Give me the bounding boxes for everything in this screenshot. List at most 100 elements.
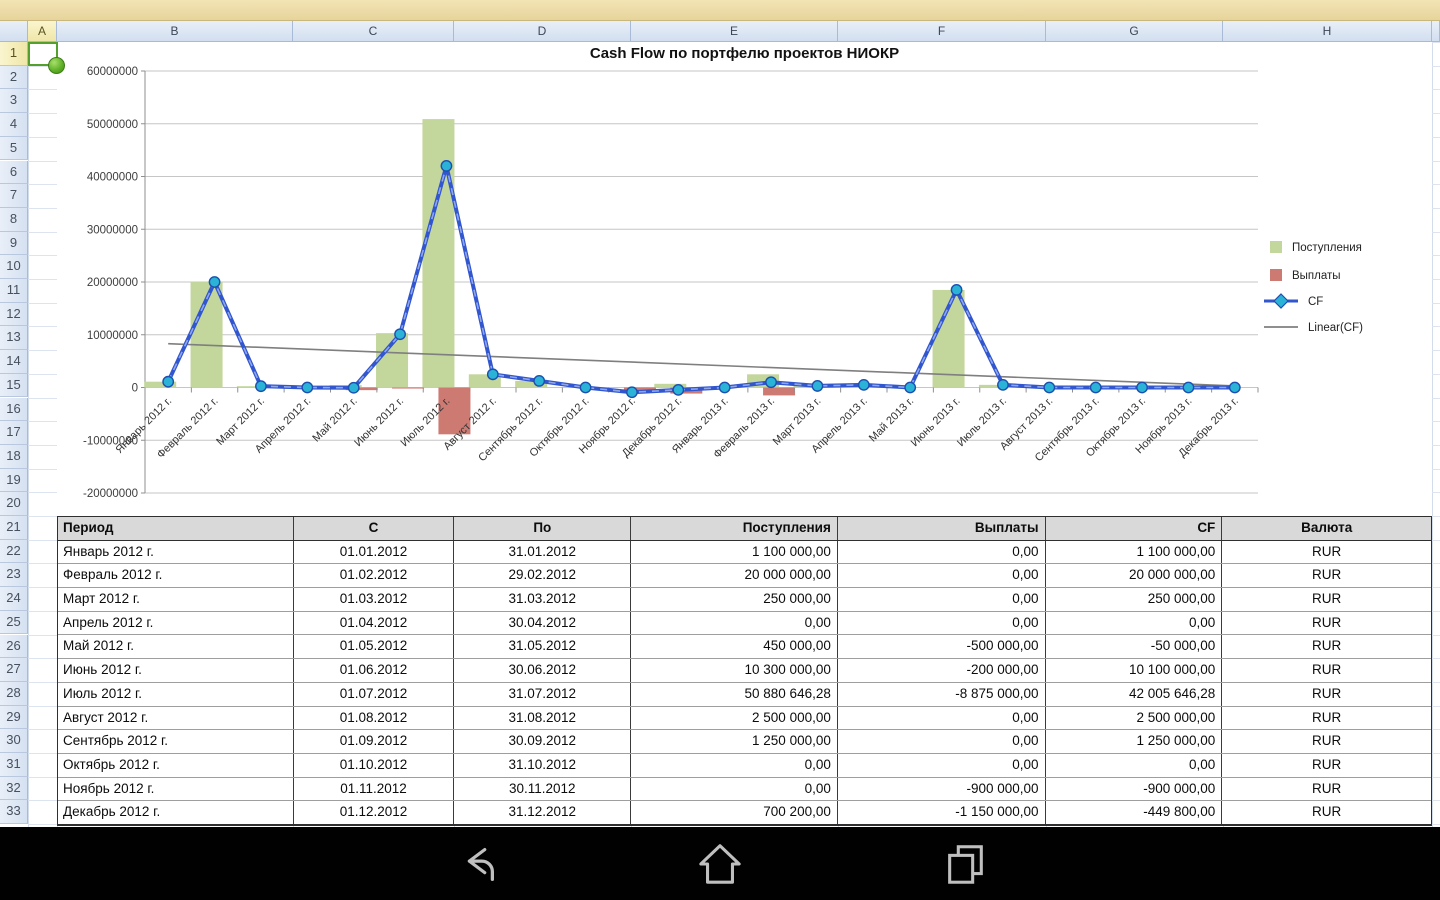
table-cell[interactable]: Январь 2012 г. (58, 540, 294, 564)
table-cell[interactable]: 30.11.2012 (454, 777, 632, 801)
table-cell[interactable]: 1 250 000,00 (1046, 730, 1223, 753)
table-row[interactable]: Май 2012 г. 01.05.2012 31.05.2012 450 000,0… (58, 635, 1431, 660)
column-header-D[interactable]: D (454, 21, 631, 42)
table-cell[interactable]: 30.04.2012 (454, 611, 632, 635)
table-header-cell[interactable]: Период (58, 517, 294, 540)
row-header-12[interactable]: 12 (0, 302, 28, 327)
table-header-cell[interactable]: Валюта (1222, 517, 1431, 540)
table-row[interactable]: Сентябрь 2012 г. 01.09.2012 30.09.2012 1 25… (58, 730, 1431, 754)
select-all-corner[interactable] (0, 21, 28, 42)
table-cell[interactable]: 01.04.2012 (294, 611, 455, 635)
table-cell[interactable]: RUR (1222, 541, 1431, 564)
row-header-27[interactable]: 27 (0, 658, 28, 682)
table-cell[interactable]: 1 100 000,00 (631, 540, 838, 564)
table-cell[interactable]: -50 000,00 (1046, 635, 1223, 659)
table-cell[interactable]: 0,00 (631, 777, 838, 801)
row-header-23[interactable]: 23 (0, 563, 28, 588)
row-header-1[interactable]: 1 (0, 42, 28, 66)
table-row[interactable]: Август 2012 г. 01.08.2012 31.08.2012 2 500 … (58, 706, 1431, 731)
column-header-C[interactable]: C (293, 21, 454, 42)
table-cell[interactable]: Февраль 2012 г. (58, 564, 294, 588)
table-cell[interactable]: RUR (1222, 707, 1431, 730)
table-cell[interactable]: RUR (1222, 635, 1431, 658)
table-row[interactable]: Октябрь 2012 г. 01.10.2012 31.10.2012 0,00 0… (58, 753, 1431, 778)
table-cell[interactable]: 0,00 (838, 564, 1046, 588)
row-header-9[interactable]: 9 (0, 231, 28, 256)
table-cell[interactable]: 01.02.2012 (294, 564, 455, 588)
row-header-4[interactable]: 4 (0, 113, 28, 137)
table-cell[interactable]: 01.09.2012 (294, 730, 455, 753)
table-cell[interactable]: -900 000,00 (1046, 777, 1223, 801)
table-cell[interactable]: Июль 2012 г. (58, 682, 294, 706)
spreadsheet-area[interactable]: ABCDEFGH 1 2 3 4 5 6 7 8 9 10 11 12 13 14 15 16 17 18 19 20… (0, 21, 1440, 827)
table-cell[interactable]: 250 000,00 (631, 588, 838, 611)
table-row[interactable]: Июль 2012 г. 01.07.2012 31.07.2012 50 880 6… (58, 682, 1431, 707)
table-header-cell[interactable]: Выплаты (838, 517, 1046, 540)
table-cell[interactable]: 01.08.2012 (294, 706, 455, 730)
row-header-14[interactable]: 14 (0, 350, 28, 374)
table-cell[interactable]: RUR (1222, 754, 1431, 777)
column-header-F[interactable]: F (838, 21, 1046, 42)
table-cell[interactable]: 01.01.2012 (294, 540, 455, 564)
table-cell[interactable]: Декабрь 2012 г. (58, 801, 294, 824)
row-header-22[interactable]: 22 (0, 539, 28, 564)
table-row[interactable]: Ноябрь 2012 г. 01.11.2012 30.11.2012 0,00 -9… (58, 777, 1431, 802)
table-cell[interactable]: 31.10.2012 (454, 753, 632, 777)
table-cell[interactable]: 31.01.2012 (454, 540, 632, 564)
row-header-5[interactable]: 5 (0, 136, 28, 161)
selection-handle[interactable] (48, 57, 65, 74)
table-cell[interactable]: 2 500 000,00 (1046, 706, 1223, 730)
table-cell[interactable]: RUR (1222, 778, 1431, 801)
table-header-cell[interactable]: Поступления (631, 517, 838, 540)
table-cell[interactable]: 42 005 646,28 (1046, 682, 1223, 706)
row-header-11[interactable]: 11 (0, 279, 28, 303)
table-header-cell[interactable]: С (294, 517, 455, 540)
table-header-cell[interactable]: По (454, 517, 632, 540)
table-cell[interactable]: 31.08.2012 (454, 706, 632, 730)
table-cell[interactable]: Сентябрь 2012 г. (58, 730, 294, 753)
row-header-20[interactable]: 20 (0, 492, 28, 516)
table-cell[interactable]: RUR (1222, 683, 1431, 706)
table-cell[interactable]: 0,00 (1046, 611, 1223, 635)
table-cell[interactable]: Октябрь 2012 г. (58, 753, 294, 777)
table-cell[interactable]: 450 000,00 (631, 635, 838, 659)
table-cell[interactable]: 31.07.2012 (454, 682, 632, 706)
table-cell[interactable]: -1 150 000,00 (838, 801, 1046, 824)
table-cell[interactable]: Март 2012 г. (58, 588, 294, 611)
row-header-7[interactable]: 7 (0, 184, 28, 208)
table-cell[interactable]: RUR (1222, 588, 1431, 611)
row-header-21[interactable]: 21 (0, 516, 28, 540)
row-header-26[interactable]: 26 (0, 634, 28, 659)
table-cell[interactable]: 0,00 (838, 588, 1046, 611)
table-cell[interactable]: 01.05.2012 (294, 635, 455, 659)
row-header-13[interactable]: 13 (0, 326, 28, 351)
table-cell[interactable]: 50 880 646,28 (631, 682, 838, 706)
table-cell[interactable]: 30.06.2012 (454, 659, 632, 682)
row-header-29[interactable]: 29 (0, 705, 28, 730)
row-header-28[interactable]: 28 (0, 681, 28, 706)
table-cell[interactable]: 0,00 (838, 753, 1046, 777)
row-header-15[interactable]: 15 (0, 373, 28, 398)
table-cell[interactable]: 0,00 (838, 540, 1046, 564)
row-header-3[interactable]: 3 (0, 89, 28, 114)
row-header-31[interactable]: 31 (0, 753, 28, 777)
row-header-8[interactable]: 8 (0, 207, 28, 232)
table-cell[interactable]: 0,00 (838, 706, 1046, 730)
column-header-E[interactable]: E (631, 21, 838, 42)
table-cell[interactable]: 20 000 000,00 (1046, 564, 1223, 588)
table-cell[interactable]: 01.12.2012 (294, 801, 455, 824)
row-header-2[interactable]: 2 (0, 65, 28, 90)
table-cell[interactable]: Август 2012 г. (58, 706, 294, 730)
table-cell[interactable]: 0,00 (631, 753, 838, 777)
table-cell[interactable]: -200 000,00 (838, 659, 1046, 682)
row-header-10[interactable]: 10 (0, 255, 28, 279)
table-cell[interactable]: Май 2012 г. (58, 635, 294, 659)
table-cell[interactable]: 29.02.2012 (454, 564, 632, 588)
row-header-16[interactable]: 16 (0, 397, 28, 422)
table-cell[interactable]: 01.03.2012 (294, 588, 455, 611)
table-cell[interactable]: 0,00 (838, 611, 1046, 635)
table-cell[interactable]: Июнь 2012 г. (58, 659, 294, 682)
table-cell[interactable]: 2 500 000,00 (631, 706, 838, 730)
table-cell[interactable]: RUR (1222, 612, 1431, 635)
row-header-24[interactable]: 24 (0, 587, 28, 611)
